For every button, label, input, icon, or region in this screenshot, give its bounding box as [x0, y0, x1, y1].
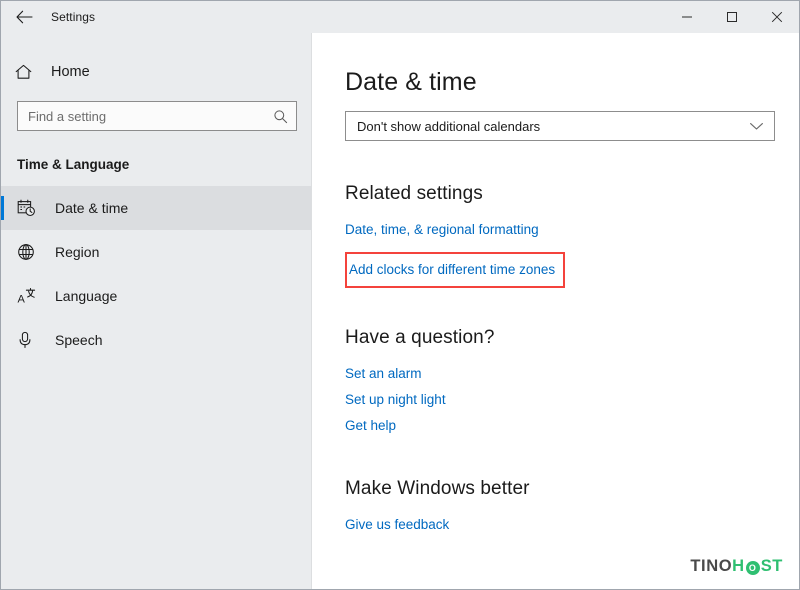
sidebar-item-home[interactable]: Home [1, 55, 311, 89]
additional-calendars-value: Don't show additional calendars [357, 118, 541, 134]
link-set-up-night-light[interactable]: Set up night light [345, 391, 446, 408]
search-icon [273, 109, 288, 124]
home-icon [15, 64, 43, 80]
link-date-time-regional-formatting[interactable]: Date, time, & regional formatting [345, 221, 539, 238]
chevron-down-icon [749, 121, 764, 131]
maximize-icon [726, 11, 738, 23]
back-arrow-icon [15, 10, 33, 24]
main-content: Date & time Don't show additional calend… [312, 33, 799, 589]
settings-window: Settings Home Find a setting Time & Lang… [0, 0, 800, 590]
question-links: Set an alarm Set up night light Get help [345, 365, 799, 434]
title-bar: Settings [1, 1, 799, 33]
close-button[interactable] [754, 1, 799, 33]
back-button[interactable] [1, 1, 47, 33]
sidebar-nav-list: Date & time Region A Language Speech [1, 186, 311, 362]
link-add-clocks-time-zones[interactable]: Add clocks for different time zones [349, 261, 555, 278]
link-get-help[interactable]: Get help [345, 417, 396, 434]
watermark-o-circle-icon: O [745, 560, 760, 575]
window-controls [664, 1, 799, 33]
additional-calendars-dropdown[interactable]: Don't show additional calendars [345, 111, 775, 141]
search-input[interactable] [28, 108, 273, 124]
link-give-us-feedback[interactable]: Give us feedback [345, 516, 449, 533]
have-a-question-heading: Have a question? [345, 327, 495, 348]
window-body: Home Time & Language [1, 33, 799, 589]
search-box[interactable] [17, 101, 297, 131]
sidebar-item-language[interactable]: A Language [1, 274, 311, 318]
tinohost-watermark: TINO H O ST [690, 557, 783, 576]
close-icon [771, 11, 783, 23]
related-settings-section: Related settings Date, time, & regional … [345, 183, 799, 288]
sidebar-item-speech-label: Speech [55, 332, 103, 348]
minimize-icon [681, 11, 693, 23]
make-windows-better-section: Make Windows better Give us feedback [345, 478, 799, 533]
make-windows-better-heading: Make Windows better [345, 478, 530, 499]
app-title: Settings [51, 10, 96, 24]
maximize-button[interactable] [709, 1, 754, 33]
sidebar-item-speech[interactable]: Speech [1, 318, 311, 362]
calendar-clock-icon [17, 199, 43, 217]
sidebar-item-home-label: Home [51, 64, 90, 80]
related-settings-heading: Related settings [345, 183, 483, 204]
link-set-an-alarm[interactable]: Set an alarm [345, 365, 422, 382]
sidebar: Home Time & Language [1, 33, 312, 589]
have-a-question-section: Have a question? Set an alarm Set up nig… [345, 327, 799, 434]
sidebar-group-title: Time & Language [17, 157, 130, 172]
sidebar-item-date-time[interactable]: Date & time [1, 186, 311, 230]
sidebar-item-region[interactable]: Region [1, 230, 311, 274]
watermark-tino: TINO [690, 557, 733, 575]
highlight-box-add-clocks: Add clocks for different time zones [345, 252, 566, 288]
svg-text:A: A [18, 294, 26, 306]
sidebar-item-language-label: Language [55, 288, 118, 304]
language-icon: A [17, 287, 43, 305]
watermark-st: ST [760, 557, 783, 575]
globe-icon [17, 243, 43, 261]
sidebar-item-region-label: Region [55, 244, 100, 260]
page-title: Date & time [345, 68, 477, 96]
sidebar-item-date-time-label: Date & time [55, 200, 129, 216]
microphone-icon [17, 331, 43, 349]
watermark-h: H [732, 557, 745, 575]
minimize-button[interactable] [664, 1, 709, 33]
